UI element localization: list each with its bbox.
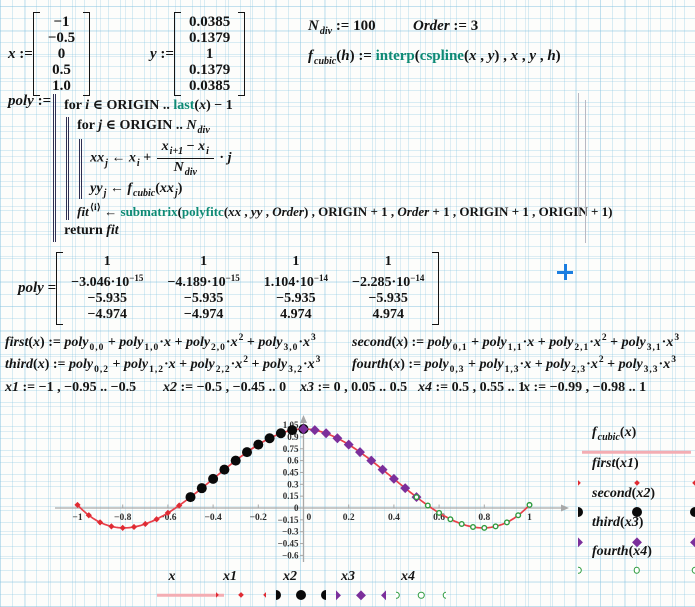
program-line-fit: fit⟨i⟩ ← submatrix(polyfitc(xx , yy , Or… [77,203,613,219]
first-definition[interactable]: first(x) := poly0,0 + poly1,0·x + poly2,… [5,333,316,353]
plot-axes: −1 −0.8 −0.6 −0.4 −0.2 0 0.2 0.4 0.6 0.8 11.050.90… [55,415,569,562]
svg-text:0: 0 [307,513,312,523]
mathcad-worksheet: { "defs": { "x_lhs": [{"t":"x","c":"v"},… [0,0,695,607]
program-line-yy: yyj ← fcubic(xxj) [90,181,183,199]
poly-result-region[interactable]: poly = 1 1 1 1 −3.046·10−15 −4.189·10−15 1.104… [18,252,440,325]
svg-text:−0.45: −0.45 [278,539,299,549]
poly-result-lhs: poly = [18,280,57,296]
plot-x-variable-x3[interactable]: x3 [341,569,355,585]
svg-text:0.4: 0.4 [388,513,400,523]
svg-text:−1: −1 [72,513,82,523]
svg-text:−0.6: −0.6 [282,550,299,560]
y-vector-matrix: 0.0385 0.1379 1 0.1379 0.0385 [173,12,246,96]
svg-text:0.15: 0.15 [283,491,299,501]
program-inner-block-2: xxj ← xi + xi+1 − xi Ndiv · j yyj ← fcubi… [79,139,612,199]
svg-text:0.8: 0.8 [478,513,490,523]
plot-x-variable-x4[interactable]: x4 [401,569,415,585]
x2-range-definition[interactable]: x2 := −0.5 , −0.45 .. 0 [163,380,286,396]
region-boundary-line [578,93,579,215]
series-markers-fourthx4 [413,494,533,531]
program-outer-block: for i ∈ ORIGIN .. last(x) − 1 for j ∈ OR… [53,94,613,242]
svg-text:−0.2: −0.2 [250,513,268,523]
svg-text:0.2: 0.2 [343,513,355,523]
svg-text:0.6: 0.6 [287,456,299,466]
legend-label-fourth[interactable]: fourth(x4) [592,544,652,560]
legend-label-third[interactable]: third(x3) [592,515,643,531]
region-boundary-line [585,100,586,243]
x3-range-definition[interactable]: x3 := 0 , 0.05 .. 0.5 [300,380,407,396]
program-line-xx: xxj ← xi + xi+1 − xi Ndiv · j [90,139,232,178]
poly-program-lhs: poly := [8,93,52,109]
program-line-return: return fit [64,223,119,238]
second-definition[interactable]: second(x) := poly0,1 + poly1,1·x + poly2… [352,333,679,353]
svg-text:0.3: 0.3 [287,479,299,489]
ndiv-definition[interactable]: Ndiv := 100 [308,18,376,37]
legend-sample-fourth [578,563,695,577]
fourth-definition[interactable]: fourth(x) := poly0,3 + poly1,3·x + poly2… [352,355,676,375]
y-vector-lhs: y := [150,45,174,62]
trace-sample-x1 [216,588,266,602]
order-definition[interactable]: Order := 3 [413,18,478,35]
svg-text:−0.4: −0.4 [204,513,222,523]
y-vector-region[interactable]: y := 0.0385 0.1379 1 0.1379 0.0385 [150,12,246,96]
svg-text:0.75: 0.75 [283,444,299,454]
program-line-for-i: for i ∈ ORIGIN .. last(x) − 1 [64,98,233,113]
svg-text:1: 1 [527,513,532,523]
x-range-definition[interactable]: x := −0.99 , −0.98 .. 1 [523,380,646,396]
svg-text:−0.15: −0.15 [278,515,299,525]
plot-x-variable-x[interactable]: x [169,569,176,585]
trace-sample-x3 [336,588,386,602]
third-definition[interactable]: third(x) := poly0,2 + poly1,2·x + poly2,… [5,355,320,375]
legend-label-fcubic[interactable]: fcubic(x) [592,425,636,443]
svg-text:0: 0 [294,503,299,513]
xy-plot-region[interactable]: −1 −0.8 −0.6 −0.4 −0.2 0 0.2 0.4 0.6 0.8 1 1.05 0.9 0… [50,405,695,603]
legend-label-second[interactable]: second(x2) [592,486,655,502]
svg-text:0.45: 0.45 [283,467,299,477]
fcubic-definition[interactable]: fcubic(h) := interp(cspline(x , y) , x ,… [308,48,561,67]
legend-label-first[interactable]: first(x1) [592,456,639,472]
poly-program-region[interactable]: poly := for i ∈ ORIGIN .. last(x) − 1 fo… [8,93,613,243]
insertion-cursor-icon [557,264,573,280]
x-vector-lhs: x := [8,45,33,62]
xy-plot-canvas[interactable]: −1 −0.8 −0.6 −0.4 −0.2 0 0.2 0.4 0.6 0.8 11.050.90… [55,410,570,572]
x1-range-definition[interactable]: x1 := −1 , −0.95 .. −0.5 [5,380,136,396]
x-vector-region[interactable]: x := −1 −0.5 0 0.5 1.0 [8,12,91,96]
svg-text:−0.3: −0.3 [282,527,299,537]
x-vector-matrix: −1 −0.5 0 0.5 1.0 [32,12,91,96]
plot-x-variable-x1[interactable]: x1 [223,569,237,585]
poly-result-matrix: 1 1 1 1 −3.046·10−15 −4.189·10−15 1.104·10−14−… [56,252,440,325]
series-markers-thirdx3 [298,424,422,503]
x4-range-definition[interactable]: x4 := 0.5 , 0.55 .. 1 [418,380,525,396]
plot-x-variable-x2[interactable]: x2 [283,569,297,585]
program-line-for-j: for j ∈ ORIGIN .. Ndiv [77,118,210,136]
svg-text:−0.8: −0.8 [114,513,132,523]
program-inner-block-1: for j ∈ ORIGIN .. Ndiv xxj ← xi + xi+1 −… [66,117,613,220]
trace-sample-x2 [276,588,326,602]
trace-sample-x4 [396,588,446,602]
